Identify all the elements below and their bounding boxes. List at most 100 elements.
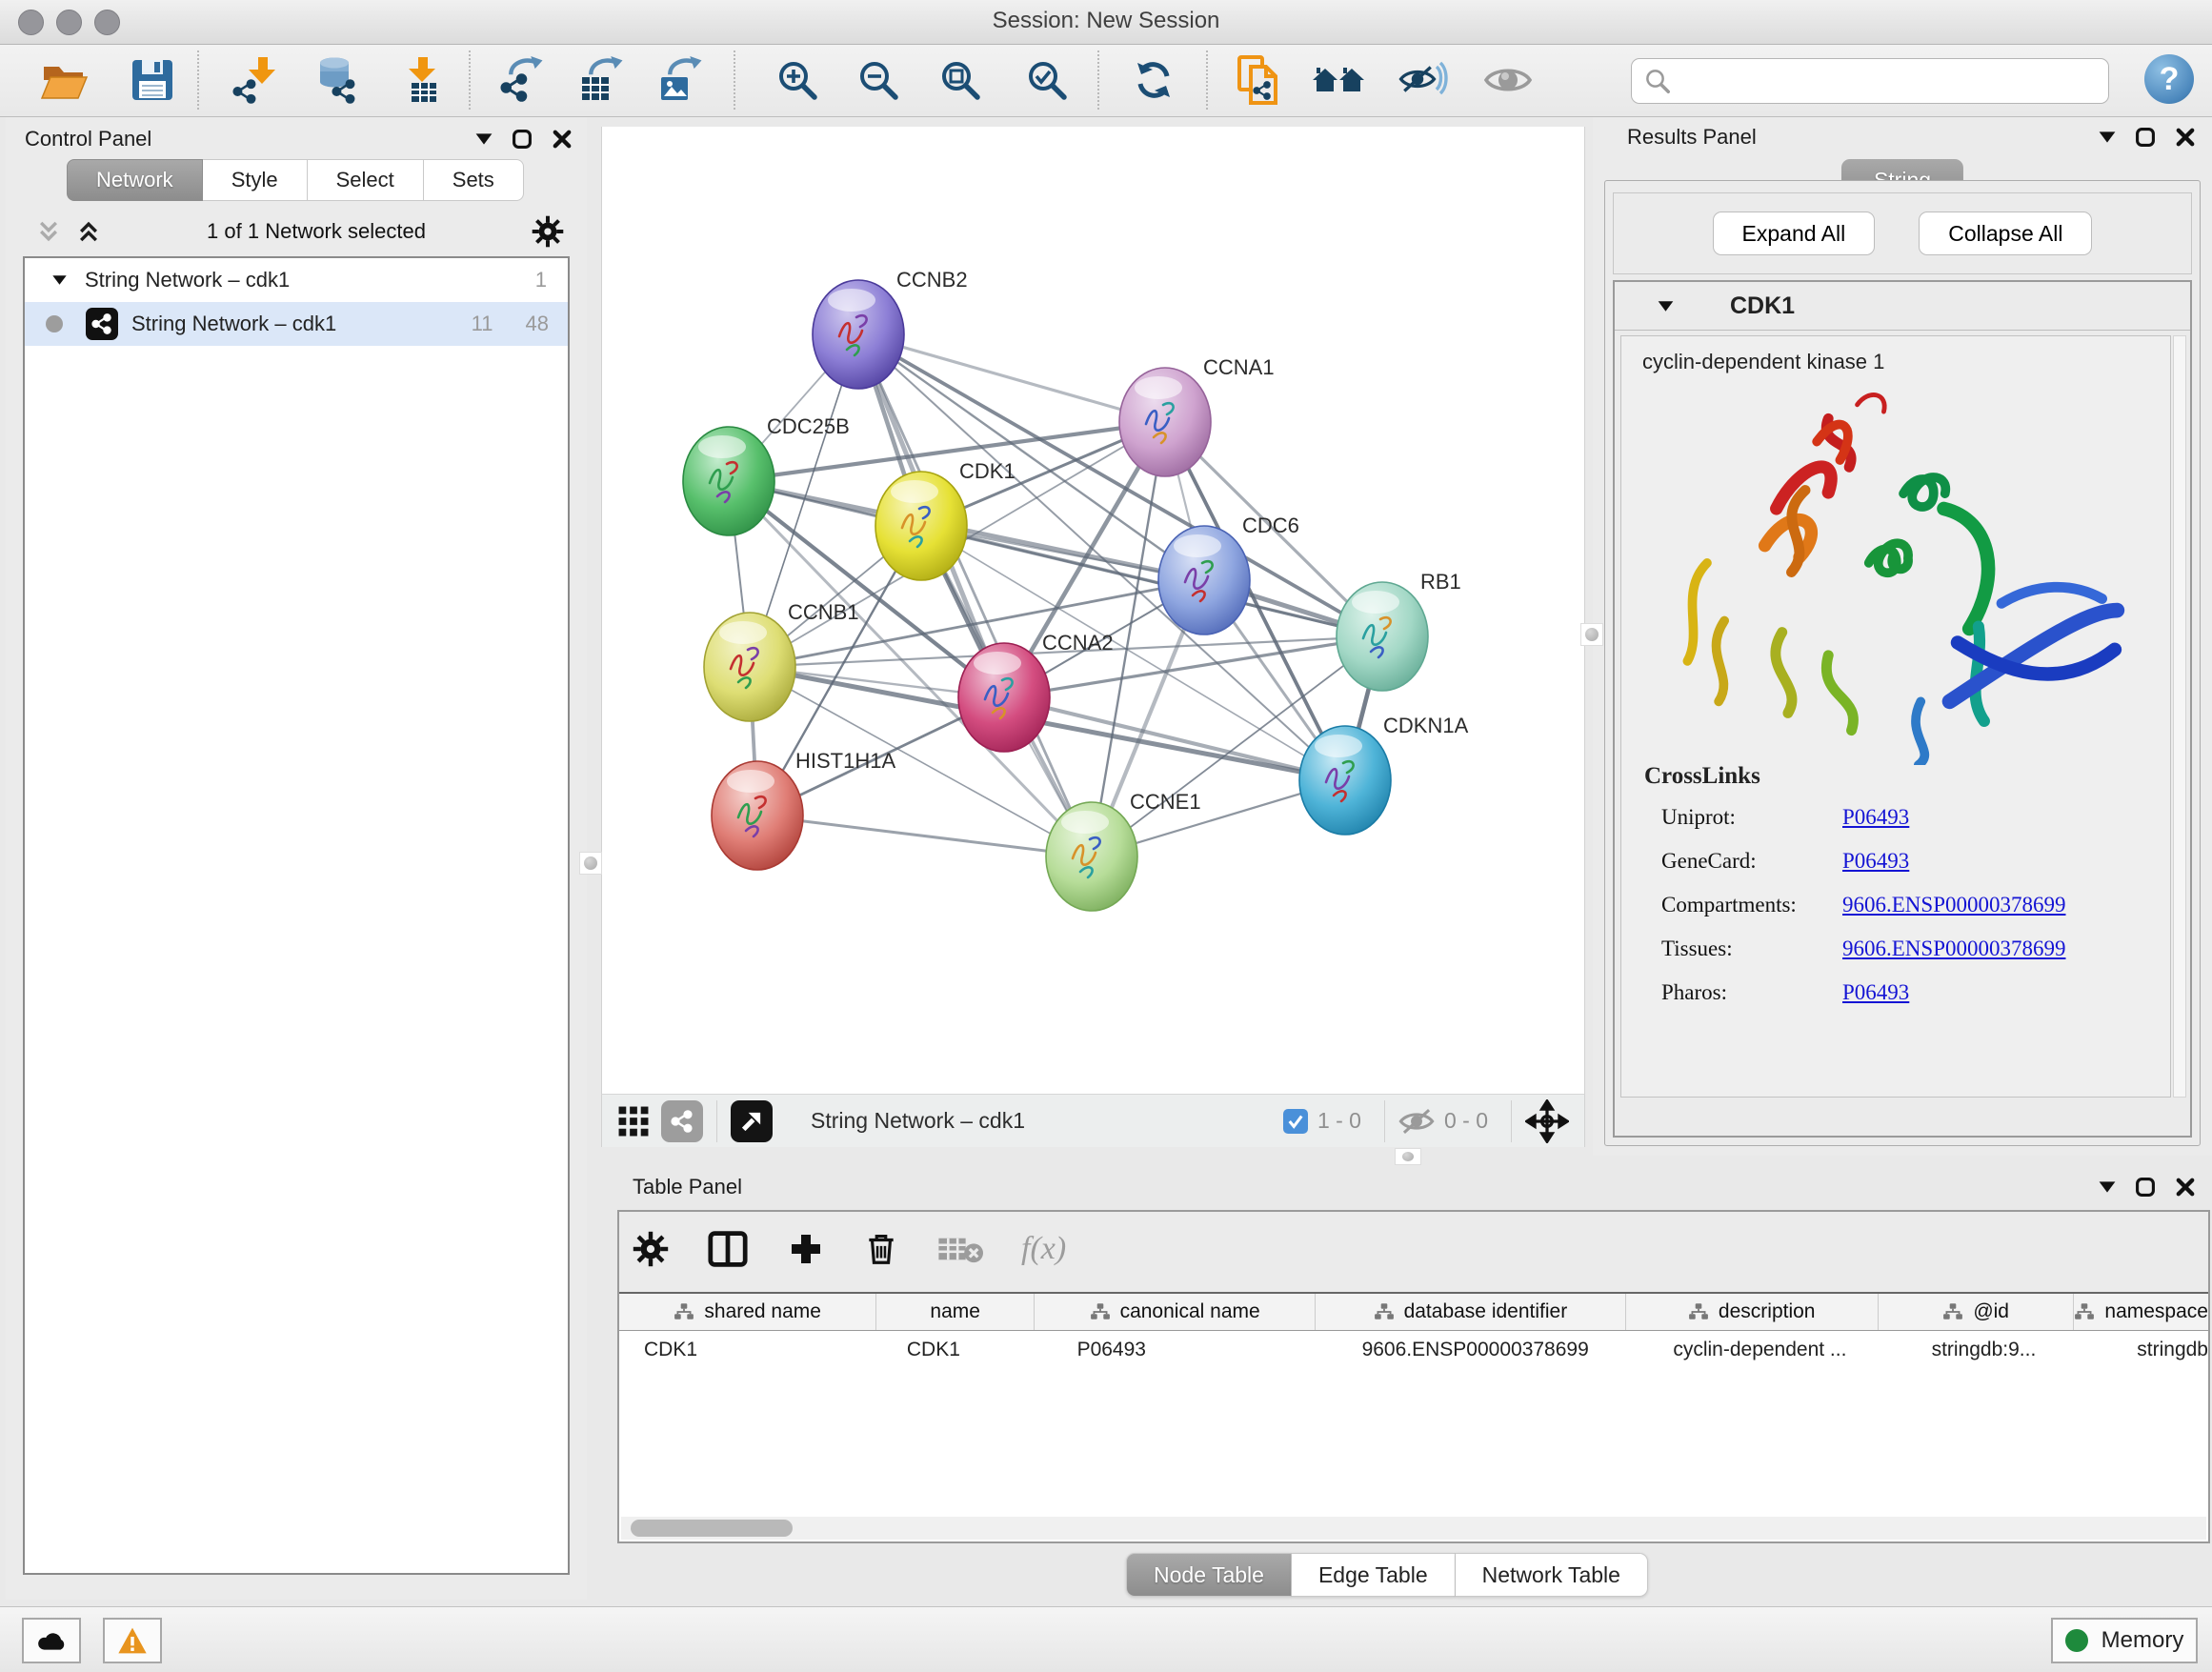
network-node-RB1[interactable] [1337,582,1428,691]
network-node-CDKN1A[interactable] [1299,726,1391,835]
search-input[interactable] [1681,62,2108,100]
network-edge[interactable] [858,334,1165,422]
export-network-button[interactable] [495,53,549,107]
zoom-selected-button[interactable] [1020,53,1074,107]
show-columns-icon[interactable] [707,1230,749,1268]
genecard-link[interactable]: P06493 [1842,847,1909,876]
network-node-CCNB1[interactable] [704,613,795,721]
hide-selected-button[interactable] [1397,53,1450,107]
selected-count: 1 - 0 [1317,1108,1361,1134]
network-edge[interactable] [757,816,1092,856]
column-header[interactable]: @id [1879,1294,2075,1330]
search-box[interactable] [1631,58,2109,104]
compartments-link[interactable]: 9606.ENSP00000378699 [1842,891,2066,919]
crosslink-row: Tissues: 9606.ENSP00000378699 [1661,935,2066,963]
zoom-out-button[interactable] [852,53,905,107]
string-view-icon[interactable] [661,1100,703,1142]
network-node-HIST1H1A[interactable] [712,761,803,870]
expand-all-icon[interactable] [76,219,101,244]
uniprot-link[interactable]: P06493 [1842,803,1909,832]
tab-style[interactable]: Style [203,159,308,201]
zoom-in-button[interactable] [771,53,824,107]
selected-nodes-checkbox[interactable] [1283,1109,1308,1134]
table-horizontal-scrollbar[interactable] [621,1517,2206,1540]
gear-icon[interactable] [532,215,564,248]
cloud-status-button[interactable] [22,1618,81,1663]
import-network-file-button[interactable] [229,53,282,107]
delete-column-icon[interactable] [863,1230,899,1268]
import-network-database-button[interactable] [308,53,361,107]
collapse-section-icon[interactable] [1657,300,1675,312]
results-scrollbar[interactable] [2173,335,2186,1098]
open-session-button[interactable] [38,53,91,107]
warnings-button[interactable] [103,1618,162,1663]
column-header[interactable]: namespace [2074,1294,2208,1330]
tab-node-table[interactable]: Node Table [1126,1553,1292,1597]
network-node-CCNE1[interactable] [1046,802,1137,911]
horizontal-splitter-handle[interactable] [1395,1148,1421,1165]
tab-sets[interactable]: Sets [424,159,524,201]
memory-button[interactable]: Memory [2051,1618,2198,1663]
show-all-button[interactable] [1481,53,1535,107]
grid-view-icon[interactable] [617,1105,650,1138]
tab-network[interactable]: Network [67,159,203,201]
protein-card-header[interactable]: CDK1 [1615,282,2190,331]
export-image-button[interactable] [654,53,708,107]
tab-select[interactable]: Select [308,159,424,201]
network-node-CDC25B[interactable] [683,427,774,535]
panel-float-icon[interactable] [2134,126,2157,149]
left-splitter-handle[interactable] [579,852,602,875]
network-canvas[interactable]: CCNB2CCNA1CDC25BCDK1CDC6RB1CCNB1CCNA2HIS… [601,127,1585,1094]
panel-float-icon[interactable] [2134,1176,2157,1199]
column-type-icon [674,1301,694,1322]
import-table-button[interactable] [396,53,450,107]
network-node-CCNB2[interactable] [813,280,904,389]
export-table-button[interactable] [575,53,629,107]
add-column-icon[interactable] [787,1230,825,1268]
tab-edge-table[interactable]: Edge Table [1292,1553,1456,1597]
column-header[interactable]: description [1626,1294,1879,1330]
column-header[interactable]: shared name [619,1294,876,1330]
table-row[interactable]: CDK1 CDK1 P06493 9606.ENSP00000378699 cy… [619,1331,2208,1369]
column-header[interactable]: name [876,1294,1035,1330]
network-node-CCNA1[interactable] [1119,368,1211,476]
panel-menu-icon[interactable] [474,132,493,146]
panel-close-icon[interactable] [2174,1176,2197,1199]
toolbar-separator [734,50,735,110]
collection-expander-icon[interactable] [51,274,68,286]
pharos-link[interactable]: P06493 [1842,978,1909,1007]
clone-network-button[interactable] [1233,53,1286,107]
window-title: Session: New Session [0,8,2212,34]
panel-menu-icon[interactable] [2098,131,2117,144]
network-row[interactable]: String Network – cdk1 11 48 [25,302,568,346]
expand-all-button[interactable]: Expand All [1713,212,1876,255]
first-neighbors-button[interactable] [1312,53,1365,107]
recenter-icon[interactable] [1525,1099,1569,1143]
column-header[interactable]: database identifier [1316,1294,1625,1330]
right-splitter-handle[interactable] [1580,623,1603,646]
hidden-elements-icon [1398,1107,1435,1136]
search-icon [1643,67,1672,95]
save-session-button[interactable] [126,53,179,107]
scrollbar-thumb[interactable] [631,1520,793,1537]
birds-eye-view-toggle[interactable] [731,1100,773,1142]
panel-menu-icon[interactable] [2098,1180,2117,1194]
panel-close-icon[interactable] [551,128,573,151]
network-node-CDK1[interactable] [875,472,967,580]
network-node-label: CDKN1A [1383,714,1469,737]
panel-close-icon[interactable] [2174,126,2197,149]
refresh-button[interactable] [1127,53,1180,107]
network-node-CDC6[interactable] [1158,526,1250,635]
collapse-all-icon[interactable] [36,219,61,244]
help-button[interactable]: ? [2144,54,2194,104]
network-node-CCNA2[interactable] [958,643,1050,752]
collapse-all-button[interactable]: Collapse All [1919,212,2092,255]
network-collection-row[interactable]: String Network – cdk1 1 [25,258,568,302]
column-header[interactable]: canonical name [1035,1294,1316,1330]
tissues-link[interactable]: 9606.ENSP00000378699 [1842,935,2066,963]
panel-float-icon[interactable] [511,128,533,151]
tab-network-table[interactable]: Network Table [1456,1553,1648,1597]
table-options-gear-icon[interactable] [633,1231,669,1267]
zoom-fit-button[interactable] [934,53,987,107]
network-edge[interactable] [858,334,1092,856]
